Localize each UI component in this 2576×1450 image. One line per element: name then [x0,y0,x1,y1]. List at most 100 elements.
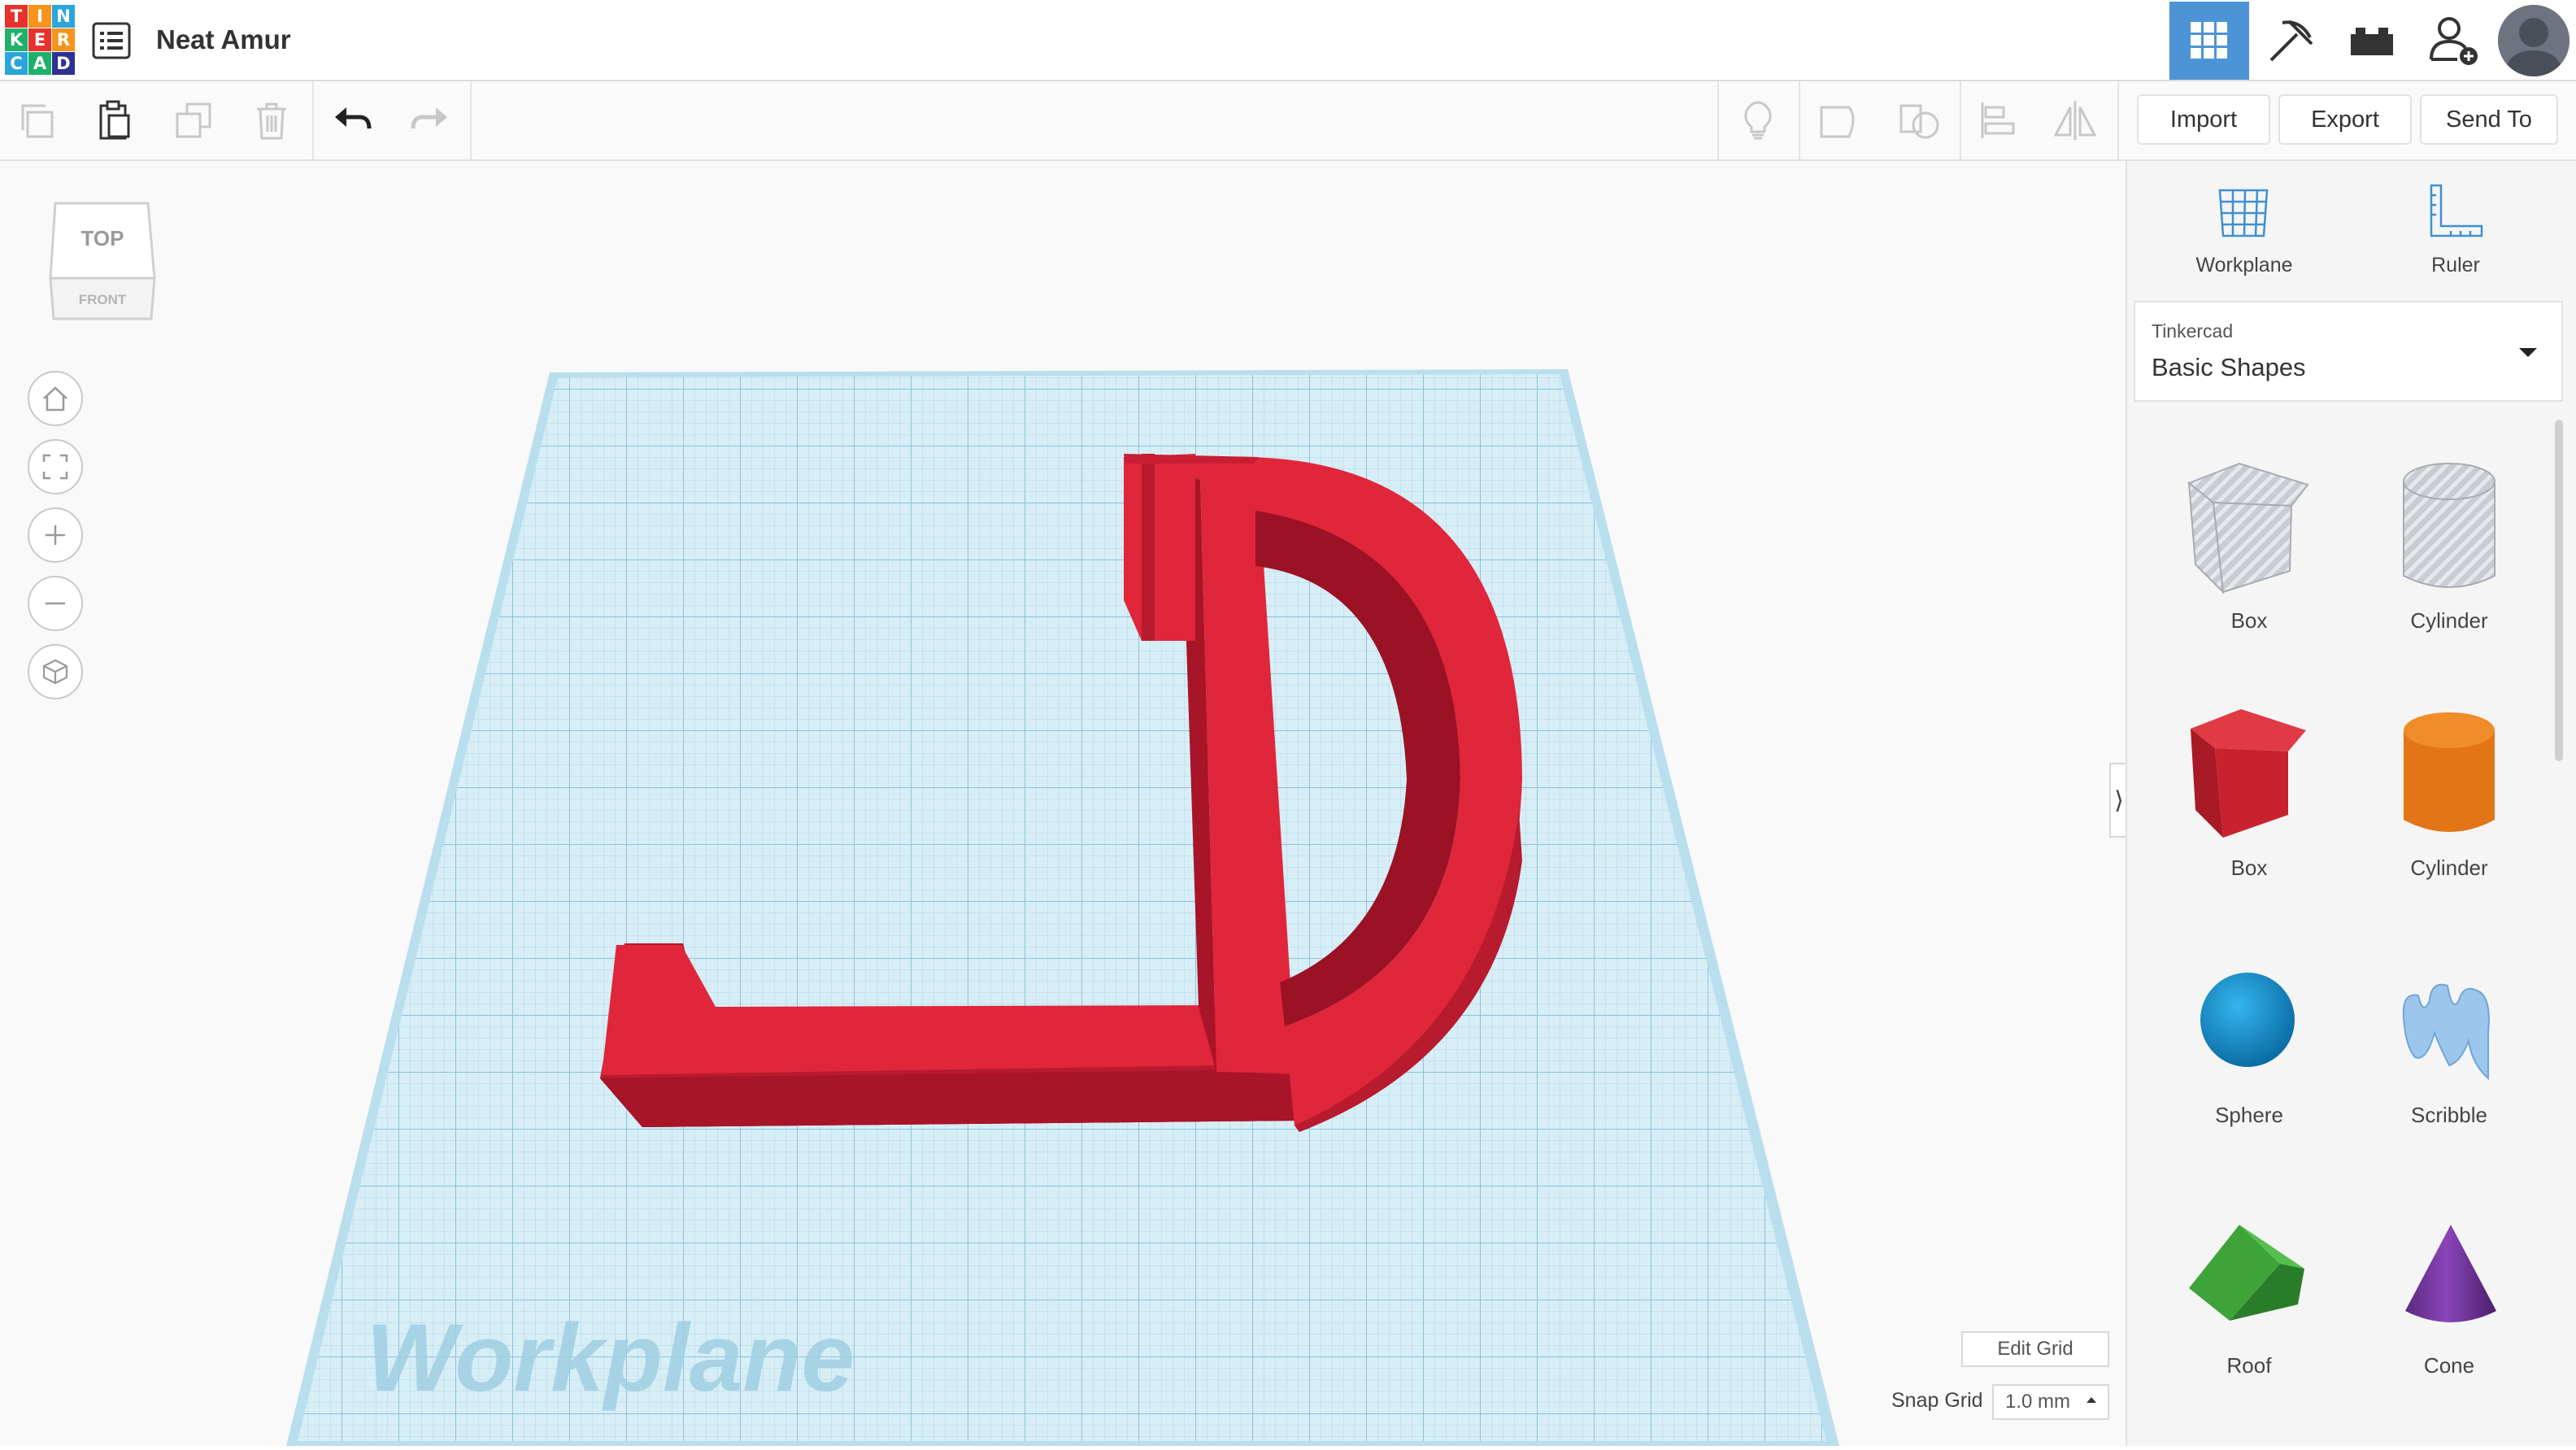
home-view-button[interactable] [28,371,83,426]
copy-button[interactable] [13,96,62,145]
view-cube-front-label: FRONT [79,292,127,307]
user-avatar[interactable] [2498,5,2569,76]
3d-viewport[interactable]: Workplane [0,161,2126,1446]
shape-sphere[interactable] [2187,960,2309,1086]
import-button[interactable]: Import [2137,94,2270,145]
perspective-cube-icon [42,659,68,685]
duplicate-button[interactable] [169,96,218,145]
logo-letter: R [52,28,75,51]
add-user-icon [2430,17,2478,65]
3d-design-button[interactable] [2169,2,2249,80]
minus-icon [46,602,65,605]
fit-to-view-icon [42,454,68,480]
design-title[interactable]: Neat Amur [156,24,291,55]
toolbar-divider [1717,81,1719,159]
cylinder-icon [2404,712,2495,832]
workplane-grid[interactable] [244,356,1870,1446]
home-icon [43,386,67,411]
workplane-watermark: Workplane [366,1304,855,1412]
library-category: Tinkercad [2152,320,2234,342]
logo-letter: A [28,52,51,75]
minecraft-mode-button[interactable] [2251,2,2330,80]
ungroup-button[interactable] [1895,96,1943,145]
align-button[interactable] [1974,96,2023,145]
design-list-button[interactable] [91,21,132,60]
panel-scrollbar[interactable] [2555,420,2563,761]
shape-label: Cone [2423,1353,2475,1378]
tinkercad-logo[interactable]: T I N K E R C A D [5,5,75,75]
sphere-icon [2200,973,2295,1067]
cylinder-hole-icon [2403,463,2496,588]
box-icon [2191,709,2306,838]
logo-letter: T [5,5,28,28]
box-hole-icon [2187,462,2309,594]
workplane-tool-label: Workplane [2195,254,2293,277]
paste-button[interactable] [89,96,138,145]
redo-button[interactable] [405,96,454,145]
shape-scribble[interactable] [2391,968,2504,1094]
ungroup-icon [1899,104,1939,139]
library-name: Basic Shapes [2152,353,2306,381]
shape-box-hole[interactable] [2179,455,2317,606]
shape-roof[interactable] [2182,1220,2313,1330]
logo-letter: I [28,5,51,28]
ruler-tool-button[interactable] [2425,182,2485,246]
lightbulb-icon [1744,101,1772,140]
shape-cylinder[interactable] [2384,701,2514,851]
undo-icon [335,107,372,129]
roof-icon [2189,1225,2304,1321]
logo-letter: C [5,52,28,75]
snap-grid-value: 1.0 mm [2005,1391,2071,1413]
perspective-toggle-button[interactable] [28,644,83,699]
3d-design-icon [2191,22,2227,59]
snap-grid-label: Snap Grid [1891,1389,1983,1412]
bricks-icon [2351,28,2393,55]
shape-cone[interactable] [2394,1220,2508,1338]
logo-letter: D [52,52,75,75]
workplane-tool-button[interactable] [2213,182,2274,246]
paste-icon [99,100,130,140]
shape-label: Scribble [2411,1103,2487,1127]
send-to-button[interactable]: Send To [2420,94,2558,145]
view-cube[interactable]: TOP FRONT [47,200,161,331]
fit-view-button[interactable] [28,439,83,494]
list-icon [92,22,131,59]
shape-label: Cylinder [2410,856,2488,880]
toolbar-divider [1799,81,1800,159]
shape-cylinder-hole[interactable] [2384,455,2514,606]
mirror-button[interactable] [2051,96,2100,145]
shape-box[interactable] [2179,701,2317,851]
ruler-icon [2430,184,2483,237]
zoom-out-button[interactable] [28,576,83,631]
dropdown-caret-icon [2519,348,2537,357]
snap-grid-select[interactable]: 1.0 mm [1992,1384,2109,1420]
export-button[interactable]: Export [2278,94,2412,145]
caret-up-icon [2086,1397,2096,1403]
top-bar: T I N K E R C A D Neat Amur [0,0,2576,81]
chevron-right-icon: ⟩ [2114,786,2124,814]
plus-icon [46,525,65,545]
toolbar-divider [470,81,472,159]
redo-icon [411,107,447,129]
shape-label: Box [2230,856,2268,880]
trash-icon [257,102,286,140]
shape-label: Box [2230,608,2268,633]
undo-button[interactable] [329,96,377,145]
bricks-mode-button[interactable] [2332,2,2412,80]
panel-collapse-tab[interactable]: ⟩ [2109,763,2127,838]
toolbar-divider [2117,81,2119,159]
shape-label: Roof [2226,1353,2272,1378]
shape-library-select[interactable]: Tinkercad Basic Shapes [2134,301,2563,402]
toolbar-divider [312,81,314,159]
group-button[interactable] [1815,96,1864,145]
zoom-in-button[interactable] [28,507,83,563]
copy-icon [21,104,54,138]
edit-grid-button[interactable]: Edit Grid [1961,1331,2109,1367]
align-icon [1981,102,2015,138]
invite-user-button[interactable] [2413,2,2493,80]
show-notes-button[interactable] [1734,96,1782,145]
cone-icon [2405,1225,2496,1322]
workplane-scene[interactable]: Workplane [0,161,2126,1446]
avatar-icon [2498,5,2569,76]
delete-button[interactable] [247,96,296,145]
